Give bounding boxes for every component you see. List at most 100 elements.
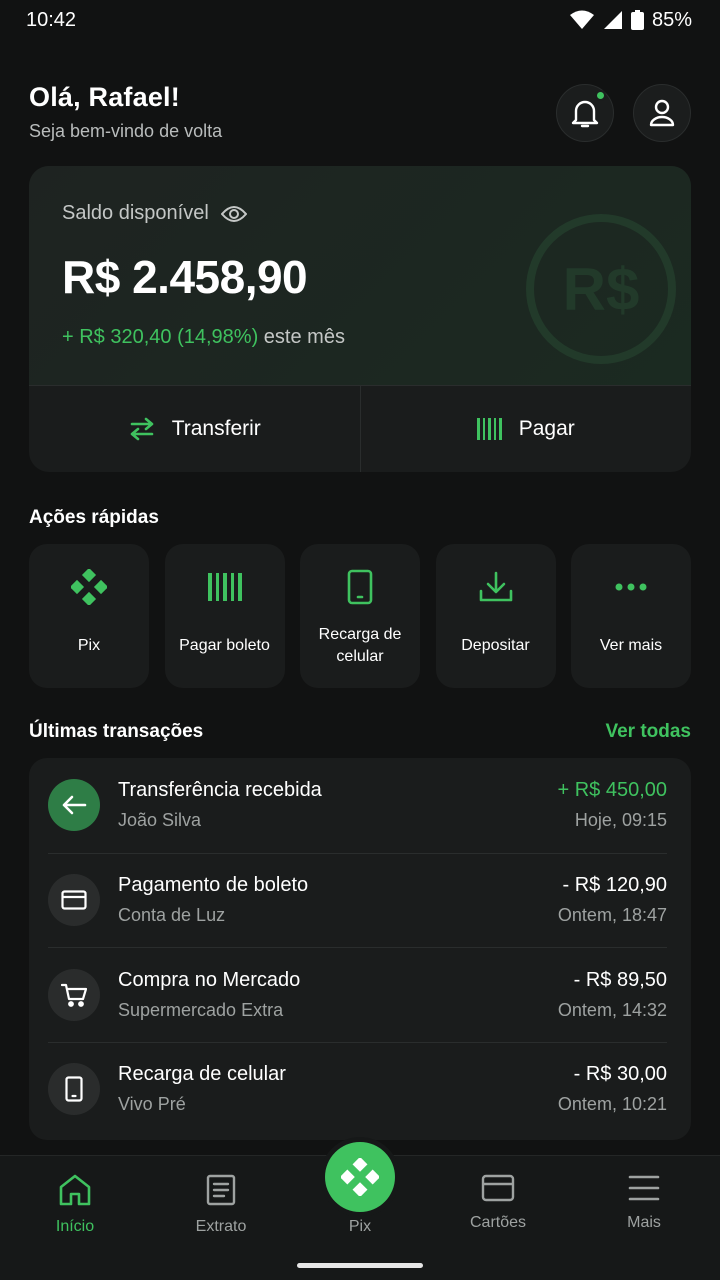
currency-watermark: R$ [526, 214, 676, 364]
transfer-label: Transferir [171, 417, 261, 440]
more-icon [615, 583, 647, 591]
transaction-row[interactable]: Compra no Mercado Supermercado Extra - R… [48, 947, 667, 1042]
transaction-subtitle: João Silva [118, 810, 202, 831]
quick-action-more[interactable]: Ver mais [571, 544, 691, 688]
see-all-link[interactable]: Ver todas [605, 721, 691, 743]
transaction-amount: - R$ 120,90 [562, 874, 667, 897]
quick-actions: Pix Pagar boleto Recarga de celular Depo… [29, 544, 691, 688]
profile-button[interactable] [633, 84, 691, 142]
transaction-time: Ontem, 14:32 [557, 999, 667, 1020]
nav-item-cards[interactable]: Cartões [443, 1174, 553, 1232]
status-icons: 85% [569, 9, 692, 32]
transaction-time: Hoje, 09:15 [574, 810, 667, 831]
qa-icon-wrap [207, 568, 242, 606]
status-bar: 10:42 85% [0, 0, 720, 40]
header: Olá, Rafael! Seja bem-vindo de volta [29, 82, 691, 142]
balance-summary: R$ Saldo disponível R$ 2.458,90 + R$ 320… [29, 166, 691, 385]
transaction-icon [48, 1063, 100, 1116]
qa-icon-wrap [71, 568, 107, 606]
transactions-list: Transferência recebida João Silva + R$ 4… [29, 758, 691, 1140]
pix-icon [71, 569, 107, 605]
notifications-button[interactable] [556, 84, 614, 142]
battery-level: 85% [651, 8, 692, 31]
balance-card: R$ Saldo disponível R$ 2.458,90 + R$ 320… [29, 166, 691, 472]
nav-label: Início [55, 1218, 95, 1235]
quick-action-label: Recarga de celular [318, 626, 402, 665]
phone-icon [65, 1076, 83, 1102]
transaction-amount: + R$ 450,00 [557, 779, 667, 802]
pay-label: Pagar [518, 417, 575, 440]
balance-change: + R$ 320,40 (14,98%) este mês [62, 326, 345, 349]
transaction-icon [48, 874, 100, 927]
bottom-nav: Início Extrato Pix Cartões Mais [0, 1142, 720, 1280]
nav-label: Cartões [469, 1214, 527, 1231]
transfer-arrows-icon [130, 417, 154, 441]
nav-item-statement[interactable]: Extrato [166, 1174, 276, 1236]
transaction-amount: - R$ 89,50 [573, 968, 667, 991]
wifi-icon [569, 10, 594, 29]
qa-icon-wrap [615, 568, 647, 606]
quick-action-deposit[interactable]: Depositar [435, 544, 556, 688]
transaction-text: Recarga de celular Vivo Pré [118, 1063, 558, 1115]
transaction-row[interactable]: Recarga de celular Vivo Pré - R$ 30,00 O… [48, 1041, 667, 1137]
qa-icon-wrap [347, 568, 373, 606]
quick-action-label: Pix [77, 637, 101, 654]
quick-action-pix[interactable]: Pix [29, 544, 149, 688]
balance-change-value: + R$ 320,40 (14,98%) [62, 326, 259, 348]
balance-actions: Transferir Pagar [29, 385, 691, 472]
battery-icon [630, 10, 644, 30]
transaction-meta: - R$ 120,90 Ontem, 18:47 [558, 874, 667, 926]
balance-label: Saldo disponível [62, 202, 209, 224]
quick-actions-title: Ações rápidas [29, 507, 159, 528]
card-icon [61, 890, 87, 910]
balance-amount: R$ 2.458,90 [62, 251, 308, 303]
transaction-icon [48, 968, 100, 1021]
nav-label: Extrato [195, 1218, 247, 1235]
transaction-amount: - R$ 30,00 [573, 1063, 667, 1086]
home-icon [59, 1174, 91, 1206]
pay-button[interactable]: Pagar [359, 386, 692, 472]
cart-icon [61, 983, 87, 1007]
transaction-meta: + R$ 450,00 Hoje, 09:15 [557, 779, 667, 831]
home-indicator [297, 1263, 423, 1268]
barcode-icon [476, 418, 502, 440]
status-time: 10:42 [26, 8, 77, 31]
pix-icon [341, 1158, 379, 1196]
download-icon [479, 571, 512, 602]
transaction-icon [48, 779, 100, 832]
quick-action-label: Depositar [461, 637, 530, 654]
nav-item-home[interactable]: Início [20, 1174, 130, 1236]
nav-item-pix[interactable] [325, 1142, 395, 1212]
transaction-subtitle: Supermercado Extra [118, 999, 284, 1020]
transaction-text: Transferência recebida João Silva [118, 779, 557, 831]
transaction-row[interactable]: Pagamento de boleto Conta de Luz - R$ 12… [48, 852, 667, 948]
bell-icon [571, 100, 599, 128]
transfer-button[interactable]: Transferir [29, 386, 360, 472]
nav-label: Mais [627, 1214, 661, 1231]
quick-action-pay-boleto[interactable]: Pagar boleto [164, 544, 285, 688]
transaction-title: Compra no Mercado [118, 968, 301, 991]
transaction-meta: - R$ 89,50 Ontem, 14:32 [558, 969, 667, 1021]
transaction-text: Pagamento de boleto Conta de Luz [118, 874, 558, 926]
transaction-time: Ontem, 18:47 [557, 905, 667, 926]
transaction-subtitle: Conta de Luz [118, 905, 226, 926]
signal-icon [603, 11, 622, 29]
phone-icon [347, 569, 373, 605]
barcode-icon [207, 573, 242, 601]
transaction-row[interactable]: Transferência recebida João Silva + R$ 4… [48, 758, 667, 853]
transaction-text: Compra no Mercado Supermercado Extra [118, 969, 558, 1021]
nav-item-more[interactable]: Mais [589, 1174, 699, 1232]
arrow-left-icon [62, 795, 87, 815]
transaction-meta: - R$ 30,00 Ontem, 10:21 [558, 1063, 667, 1115]
balance-label-row: Saldo disponível [62, 202, 247, 225]
transactions-title: Últimas transações [29, 721, 204, 742]
transaction-subtitle: Vivo Pré [118, 1094, 186, 1115]
quick-action-label: Ver mais [599, 637, 663, 654]
eye-icon[interactable] [220, 205, 247, 223]
notification-dot [595, 90, 606, 101]
transaction-title: Transferência recebida [118, 779, 322, 802]
document-icon [206, 1174, 236, 1206]
quick-action-phone-recharge[interactable]: Recarga de celular [300, 544, 420, 688]
transaction-time: Ontem, 10:21 [557, 1094, 667, 1115]
transaction-title: Pagamento de boleto [118, 874, 309, 897]
